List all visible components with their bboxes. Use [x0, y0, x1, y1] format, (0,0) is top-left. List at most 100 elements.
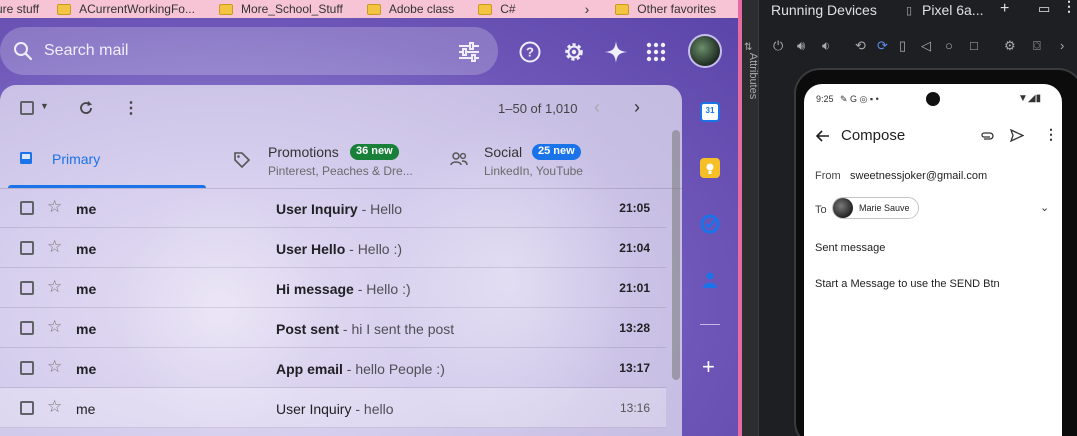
email-subject-line: App email - hello People :) — [276, 361, 445, 377]
back-arrow-icon[interactable] — [816, 130, 830, 142]
row-checkbox[interactable] — [20, 401, 34, 415]
home-icon[interactable]: ○ — [945, 38, 953, 53]
refresh-icon[interactable] — [78, 100, 94, 116]
search-input[interactable]: Search mail — [44, 42, 128, 60]
bookmark-other-favorites[interactable]: Other favorites — [615, 2, 716, 16]
attachment-icon[interactable] — [980, 131, 994, 141]
screenshot-icon[interactable]: ⌼ — [1033, 38, 1041, 54]
email-sender: me — [76, 281, 97, 297]
tab-primary[interactable]: Primary — [0, 131, 210, 189]
chevron-down-icon[interactable]: ▼ — [40, 101, 49, 111]
more-vert-icon[interactable]: ⋮ — [1044, 126, 1058, 143]
category-tabs: Primary Promotions 36 new Pinterest, Pea… — [0, 131, 682, 189]
tab-social[interactable]: Social 25 new LinkedIn, YouTube — [440, 131, 660, 189]
bookmark-partial[interactable]: ure stuff — [0, 2, 39, 16]
row-checkbox[interactable] — [20, 281, 34, 295]
email-row[interactable]: ☆ me Hi message - Hello :) 21:01 — [0, 268, 666, 308]
star-icon[interactable]: ☆ — [47, 237, 62, 257]
inbox-icon — [20, 152, 32, 164]
chevron-right-icon[interactable]: › — [585, 1, 590, 17]
email-row[interactable]: ☆ me App email - hello People :) 13:17 — [0, 348, 666, 388]
email-sender: me — [76, 201, 97, 217]
recipient-chip[interactable]: Marie Sauve — [832, 197, 919, 219]
star-icon[interactable]: ☆ — [47, 197, 62, 217]
volume-up-icon[interactable]: 🔊︎ — [797, 38, 805, 54]
row-checkbox[interactable] — [20, 201, 34, 215]
inbox-scrollbar[interactable] — [672, 130, 680, 380]
window-icon[interactable]: ▭ — [1038, 1, 1050, 17]
device-tab[interactable]: Pixel 6a... — [922, 2, 983, 18]
search-icon[interactable] — [13, 41, 33, 61]
email-sender: me — [76, 361, 97, 377]
tasks-icon[interactable] — [700, 214, 720, 234]
tab-promotions[interactable]: Promotions 36 new Pinterest, Peaches & D… — [220, 131, 430, 189]
from-field[interactable]: sweetnessjoker@gmail.com — [850, 170, 987, 182]
bookmark-label: C# — [500, 2, 516, 16]
rotate-left-icon[interactable]: ⟲ — [855, 38, 866, 54]
recipient-name: Marie Sauve — [859, 203, 910, 213]
inbox-panel: ▼ ⋮ 1–50 of 1,010 ‹ › Primary Promotions… — [0, 85, 682, 436]
send-icon[interactable] — [1010, 129, 1024, 142]
more-vert-icon[interactable]: ⋮ — [1062, 0, 1076, 15]
email-row[interactable]: ☆ me Post sent - hi I sent the post 13:2… — [0, 308, 666, 348]
email-subject: User Hello — [276, 241, 346, 257]
gmail-header: Search mail ? — [0, 24, 740, 80]
device-icon: ▯ — [906, 5, 913, 17]
email-list: ☆ me User Inquiry - Hello 21:05 ☆ me Use… — [0, 188, 666, 428]
chevron-left-icon[interactable]: ‹ — [594, 97, 600, 118]
keep-icon[interactable] — [700, 158, 720, 178]
chevron-down-icon[interactable]: ⌄ — [1040, 201, 1049, 214]
volume-down-icon[interactable]: 🔉︎ — [822, 38, 830, 54]
search-bar[interactable]: Search mail — [0, 27, 498, 75]
star-icon[interactable]: ☆ — [47, 397, 62, 417]
star-icon[interactable]: ☆ — [47, 317, 62, 337]
divider — [700, 324, 720, 325]
email-subject-line: User Hello - Hello :) — [276, 241, 402, 257]
chevron-right-icon[interactable]: › — [634, 97, 640, 118]
overview-icon[interactable]: □ — [970, 38, 978, 53]
add-device-icon[interactable]: + — [1000, 0, 1009, 18]
gear-icon[interactable] — [562, 40, 586, 64]
search-options-icon[interactable] — [458, 42, 480, 62]
calendar-icon[interactable]: 31 — [700, 102, 720, 122]
bookmark-folder[interactable]: More_School_Stuff — [218, 2, 343, 16]
star-icon[interactable]: ☆ — [47, 277, 62, 297]
fold-icon[interactable]: ▯ — [899, 38, 906, 54]
email-row[interactable]: ☆ me User Inquiry - Hello 21:05 — [0, 188, 666, 228]
apps-grid-icon[interactable] — [644, 40, 668, 64]
running-devices-header: Running Devices ▯ Pixel 6a... + ▭ ⋮ — [759, 0, 1077, 20]
from-label: From — [815, 170, 841, 182]
select-all-checkbox[interactable] — [20, 101, 34, 115]
bookmark-folder[interactable]: Adobe class — [366, 2, 454, 16]
device-screen: 9:25 ✎ G ◎ ▪ • ▼◢▮ Compose ⋮ From sweetn… — [804, 84, 1062, 436]
add-addon-icon[interactable]: + — [702, 354, 715, 380]
tab-subtitle: LinkedIn, YouTube — [484, 164, 583, 178]
back-icon[interactable]: ◁ — [921, 38, 931, 54]
email-row[interactable]: ☆ me User Hello - Hello :) 21:04 — [0, 228, 666, 268]
help-icon[interactable]: ? — [518, 40, 542, 64]
account-avatar[interactable] — [688, 34, 722, 68]
row-checkbox[interactable] — [20, 241, 34, 255]
settings-device-icon[interactable]: ⚙ — [1004, 38, 1016, 54]
contacts-icon[interactable] — [700, 270, 720, 290]
more-vert-icon[interactable]: ⋮ — [123, 98, 139, 118]
power-icon[interactable]: ⏻ — [773, 38, 783, 54]
email-snippet: - hi I sent the post — [339, 321, 455, 337]
screen-title: Compose — [841, 127, 906, 144]
star-icon[interactable]: ☆ — [47, 357, 62, 377]
bookmark-folder[interactable]: C# — [478, 2, 516, 16]
email-sender: me — [76, 401, 96, 417]
chevron-right-icon[interactable]: › — [1060, 38, 1064, 53]
bookmark-folder[interactable]: ACurrentWorkingFo... — [57, 2, 195, 16]
notification-icons: ✎ G ◎ ▪ • — [840, 94, 879, 104]
body-field[interactable]: Start a Message to use the SEND Btn — [815, 278, 1000, 290]
email-row[interactable]: ☆ me User Inquiry - hello 13:16 — [0, 388, 666, 428]
email-subject: Hi message — [276, 281, 354, 297]
rotate-right-icon[interactable]: ⟳ — [877, 38, 888, 54]
attributes-tab[interactable]: Attributes — [747, 53, 759, 99]
split-icon[interactable]: ⇅ — [744, 42, 752, 53]
row-checkbox[interactable] — [20, 321, 34, 335]
subject-field[interactable]: Sent message — [815, 242, 885, 254]
row-checkbox[interactable] — [20, 361, 34, 375]
gemini-sparkle-icon[interactable] — [604, 40, 628, 64]
